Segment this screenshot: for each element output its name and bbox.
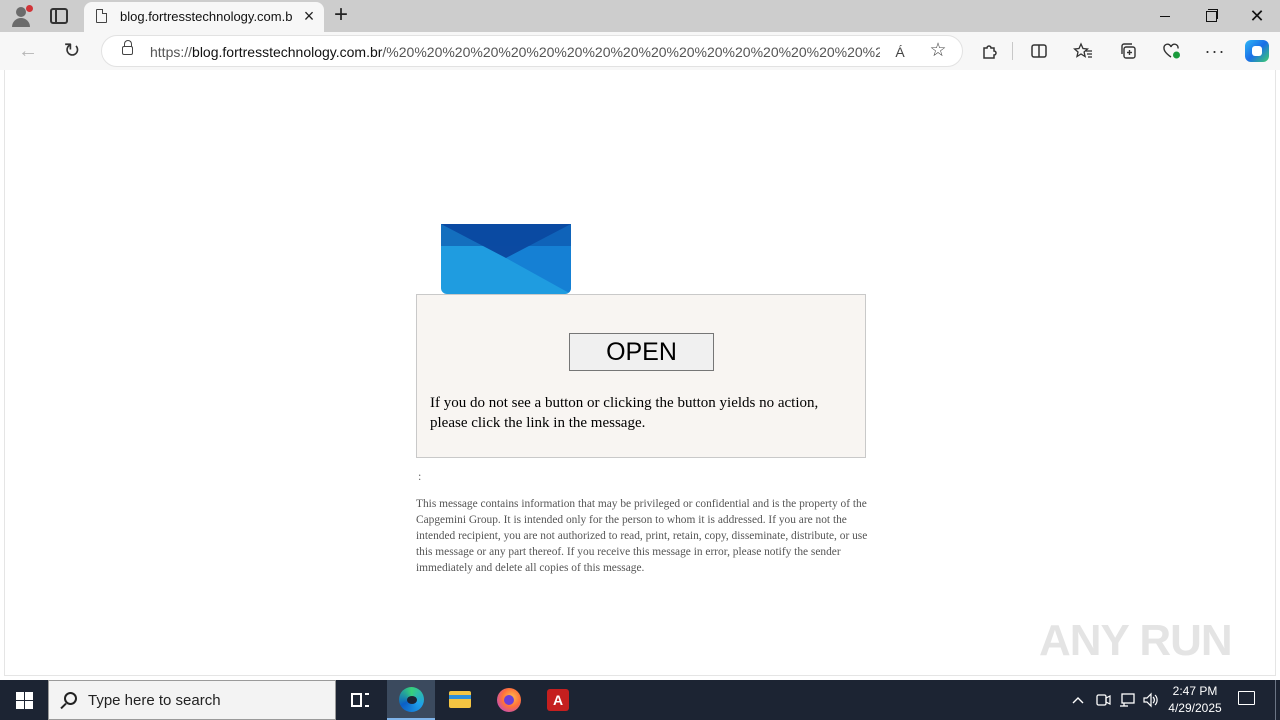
anyrun-watermark-logo: ANY RUN	[1039, 610, 1239, 674]
profile-alert-dot	[26, 5, 33, 12]
window-minimize-button[interactable]	[1142, 0, 1188, 32]
envelope-icon	[441, 224, 571, 294]
clock-time: 2:47 PM	[1172, 684, 1218, 698]
tab-actions-icon[interactable]	[50, 8, 68, 24]
windows-start-icon[interactable]	[0, 680, 48, 720]
start-logo-pane	[16, 692, 24, 700]
profile-avatar-icon[interactable]	[10, 5, 33, 27]
split-screen-icon[interactable]	[1025, 38, 1053, 64]
browser-tab-active[interactable]: blog.fortresstechnology.com.br/ ×	[84, 2, 324, 32]
profile-body-shape	[12, 18, 30, 27]
profile-head-shape	[16, 7, 26, 17]
window-restore-button[interactable]	[1188, 0, 1234, 32]
search-icon	[64, 692, 77, 705]
browser-essentials-heart-icon[interactable]	[1158, 38, 1186, 64]
start-logo-pane	[16, 701, 24, 709]
url-path: /%20%20%20%20%20%20%20%20%20%20%20%20%20…	[382, 44, 880, 60]
page-viewport: OPEN If you do not see a button or click…	[4, 70, 1276, 676]
task-view-pane	[365, 693, 369, 707]
search-placeholder: Type here to search	[88, 692, 221, 709]
open-button[interactable]: OPEN	[569, 333, 714, 371]
task-view-pane	[351, 693, 362, 707]
window-close-button[interactable]: ✕	[1234, 0, 1280, 32]
copilot-icon[interactable]	[1245, 40, 1269, 62]
confidentiality-disclaimer: This message contains information that m…	[416, 498, 868, 574]
separator-colon: :	[418, 469, 422, 483]
start-logo-pane	[25, 701, 33, 709]
network-icon[interactable]	[1117, 690, 1137, 710]
url-scheme: https://	[150, 44, 193, 60]
volume-icon[interactable]	[1141, 690, 1161, 710]
favorites-icon[interactable]	[1069, 38, 1097, 64]
taskbar-search-input[interactable]: Type here to search	[48, 680, 336, 720]
windows-taskbar: Type here to search A 2:47 PM 4/29/2025	[0, 680, 1280, 720]
collections-icon[interactable]	[1114, 38, 1142, 64]
page-favicon-icon	[96, 9, 107, 23]
tab-close-icon[interactable]: ×	[300, 6, 318, 26]
folder-icon	[449, 691, 471, 708]
extensions-puzzle-icon[interactable]	[976, 38, 1004, 64]
acrobat-logo-icon: A	[547, 689, 569, 711]
url-text[interactable]: https://blog.fortresstechnology.com.br/%…	[150, 44, 880, 60]
task-view-icon[interactable]	[336, 680, 384, 720]
start-logo-pane	[25, 692, 33, 700]
firefox-logo-icon	[497, 688, 521, 712]
show-hidden-icons-chevron-icon[interactable]	[1068, 690, 1088, 710]
address-bar[interactable]: https://blog.fortresstechnology.com.br/%…	[101, 35, 963, 67]
fallback-instruction-text: If you do not see a button or clicking t…	[430, 395, 819, 431]
file-explorer-taskbar-icon[interactable]	[436, 680, 484, 720]
url-host: blog.fortresstechnology.com.br	[192, 44, 383, 60]
edge-taskbar-icon[interactable]	[387, 680, 435, 720]
lock-icon[interactable]	[122, 40, 133, 55]
settings-more-icon[interactable]: ···	[1201, 38, 1229, 64]
taskbar-clock[interactable]: 2:47 PM 4/29/2025	[1160, 683, 1230, 717]
meet-now-icon[interactable]	[1093, 690, 1113, 710]
read-aloud-icon[interactable]: Á	[888, 40, 912, 64]
message-box: OPEN If you do not see a button or click…	[416, 294, 866, 458]
back-arrow-icon[interactable]: ←	[14, 38, 42, 64]
add-favorite-star-icon[interactable]: ☆	[926, 39, 950, 63]
clock-date: 4/29/2025	[1168, 701, 1222, 715]
edge-logo-icon	[399, 687, 424, 712]
acrobat-taskbar-icon[interactable]: A	[534, 680, 582, 720]
new-tab-button[interactable]: +	[330, 3, 352, 27]
toolbar-separator	[1012, 42, 1013, 60]
title-bar: blog.fortresstechnology.com.br/ × + ✕	[0, 0, 1280, 32]
tab-title: blog.fortresstechnology.com.br/	[120, 9, 292, 24]
notification-bubble-shape	[1238, 691, 1255, 705]
show-desktop-button[interactable]	[1275, 680, 1276, 720]
firefox-taskbar-icon[interactable]	[485, 680, 533, 720]
browser-toolbar: ← ↻ https://blog.fortresstechnology.com.…	[0, 32, 1280, 70]
reload-icon[interactable]: ↻	[58, 38, 86, 64]
watermark-text: ANY RUN	[1039, 616, 1233, 665]
notifications-icon[interactable]	[1236, 689, 1258, 711]
